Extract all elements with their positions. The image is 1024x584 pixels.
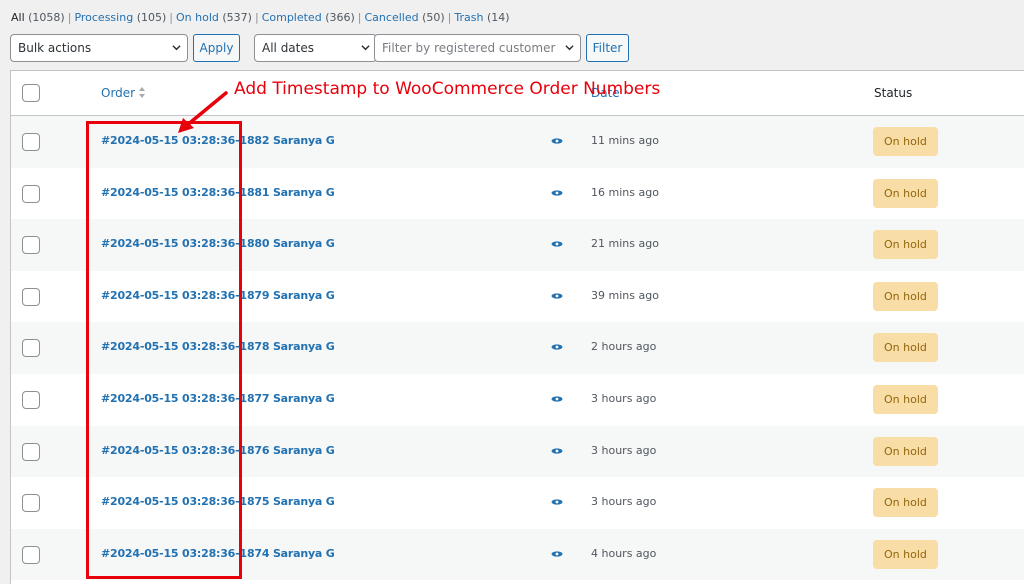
date-filter-select[interactable]: All dates xyxy=(254,34,377,62)
row-checkbox[interactable] xyxy=(22,545,40,564)
bulk-actions-select[interactable]: Bulk actions xyxy=(10,34,188,62)
customer-filter-placeholder: Filter by registered customer xyxy=(382,41,556,55)
filter-cancelled[interactable]: Cancelled (50) xyxy=(365,11,445,24)
bulk-actions-label: Bulk actions xyxy=(18,41,92,55)
status-badge: On hold xyxy=(873,488,938,518)
status-badge: On hold xyxy=(873,230,938,260)
filter-on-hold[interactable]: On hold (537) xyxy=(176,11,252,24)
filter-on-hold-label: On hold xyxy=(176,11,219,24)
separator: | xyxy=(169,11,173,24)
status-badge: On hold xyxy=(873,539,938,569)
row-checkbox[interactable] xyxy=(22,494,40,513)
customer-filter-select[interactable]: Filter by registered customer xyxy=(374,34,581,62)
filter-trash[interactable]: Trash (14) xyxy=(454,11,509,24)
eye-icon[interactable] xyxy=(551,188,563,198)
eye-icon[interactable] xyxy=(551,446,563,456)
order-column-label: Order xyxy=(101,86,136,100)
status-badge: On hold xyxy=(873,127,938,156)
status-badge: On hold xyxy=(873,281,938,311)
chevron-down-icon xyxy=(565,45,574,51)
separator: | xyxy=(357,11,362,24)
annotation-arrow-icon xyxy=(178,91,228,133)
date-filter-label: All dates xyxy=(262,41,315,55)
sort-arrows-icon xyxy=(139,87,146,98)
row-checkbox[interactable] xyxy=(22,133,40,151)
filter-cancelled-label: Cancelled xyxy=(364,11,419,24)
order-date: 11 mins ago xyxy=(591,134,659,147)
filter-processing-count: (105) xyxy=(136,11,167,24)
eye-icon[interactable] xyxy=(551,394,563,404)
order-date: 3 hours ago xyxy=(591,443,657,457)
filter-processing[interactable]: Processing (105) xyxy=(74,11,166,24)
order-column-header[interactable]: Order xyxy=(101,86,146,100)
eye-icon[interactable] xyxy=(551,239,563,249)
order-date: 3 hours ago xyxy=(591,392,657,405)
order-date: 4 hours ago xyxy=(591,546,657,560)
row-checkbox[interactable] xyxy=(22,287,40,306)
status-filter-links: All (1058) | Processing (105) | On hold (537… xyxy=(11,11,510,24)
row-checkbox[interactable] xyxy=(22,184,40,203)
row-checkbox[interactable] xyxy=(22,236,40,255)
filter-completed[interactable]: Completed (366) xyxy=(262,11,355,24)
status-badge: On hold xyxy=(873,333,938,363)
filter-on-hold-count: (537) xyxy=(222,11,252,24)
status-badge: On hold xyxy=(873,436,938,466)
status-badge: On hold xyxy=(873,178,938,208)
order-date: 16 mins ago xyxy=(591,185,659,199)
filter-trash-label: Trash xyxy=(454,11,484,24)
eye-icon[interactable] xyxy=(551,136,563,146)
order-date: 39 mins ago xyxy=(591,288,659,302)
order-date: 2 hours ago xyxy=(591,340,657,354)
separator: | xyxy=(447,11,452,24)
chevron-down-icon xyxy=(172,45,181,51)
filter-all[interactable]: All (1058) xyxy=(11,11,65,24)
filter-button[interactable]: Filter xyxy=(586,34,629,62)
select-all-checkbox[interactable] xyxy=(22,84,40,102)
separator: | xyxy=(67,11,72,24)
filter-trash-count: (14) xyxy=(486,11,510,24)
apply-button[interactable]: Apply xyxy=(193,34,240,62)
eye-icon[interactable] xyxy=(551,342,563,352)
row-checkbox[interactable] xyxy=(22,391,40,409)
eye-icon[interactable] xyxy=(551,291,563,301)
filter-all-count: (1058) xyxy=(28,11,65,24)
filter-processing-label: Processing xyxy=(74,11,134,24)
filter-completed-count: (366) xyxy=(325,11,355,24)
annotation-highlight-box xyxy=(86,121,242,579)
status-badge: On hold xyxy=(873,385,938,414)
filter-all-label: All xyxy=(11,11,25,24)
filter-cancelled-count: (50) xyxy=(422,11,445,24)
order-date: 3 hours ago xyxy=(591,495,657,509)
eye-icon[interactable] xyxy=(551,549,563,559)
tablenav-toolbar: Bulk actions Apply All dates Filter by r… xyxy=(10,34,1024,62)
status-column-header: Status xyxy=(874,86,913,100)
row-checkbox[interactable] xyxy=(22,339,40,358)
eye-icon[interactable] xyxy=(551,497,563,507)
separator: | xyxy=(254,11,259,24)
order-date: 21 mins ago xyxy=(591,237,659,251)
row-checkbox[interactable] xyxy=(22,442,40,461)
chevron-down-icon xyxy=(361,45,370,51)
filter-completed-label: Completed xyxy=(261,11,322,24)
annotation-text: Add Timestamp to WooCommerce Order Numbe… xyxy=(234,79,661,99)
